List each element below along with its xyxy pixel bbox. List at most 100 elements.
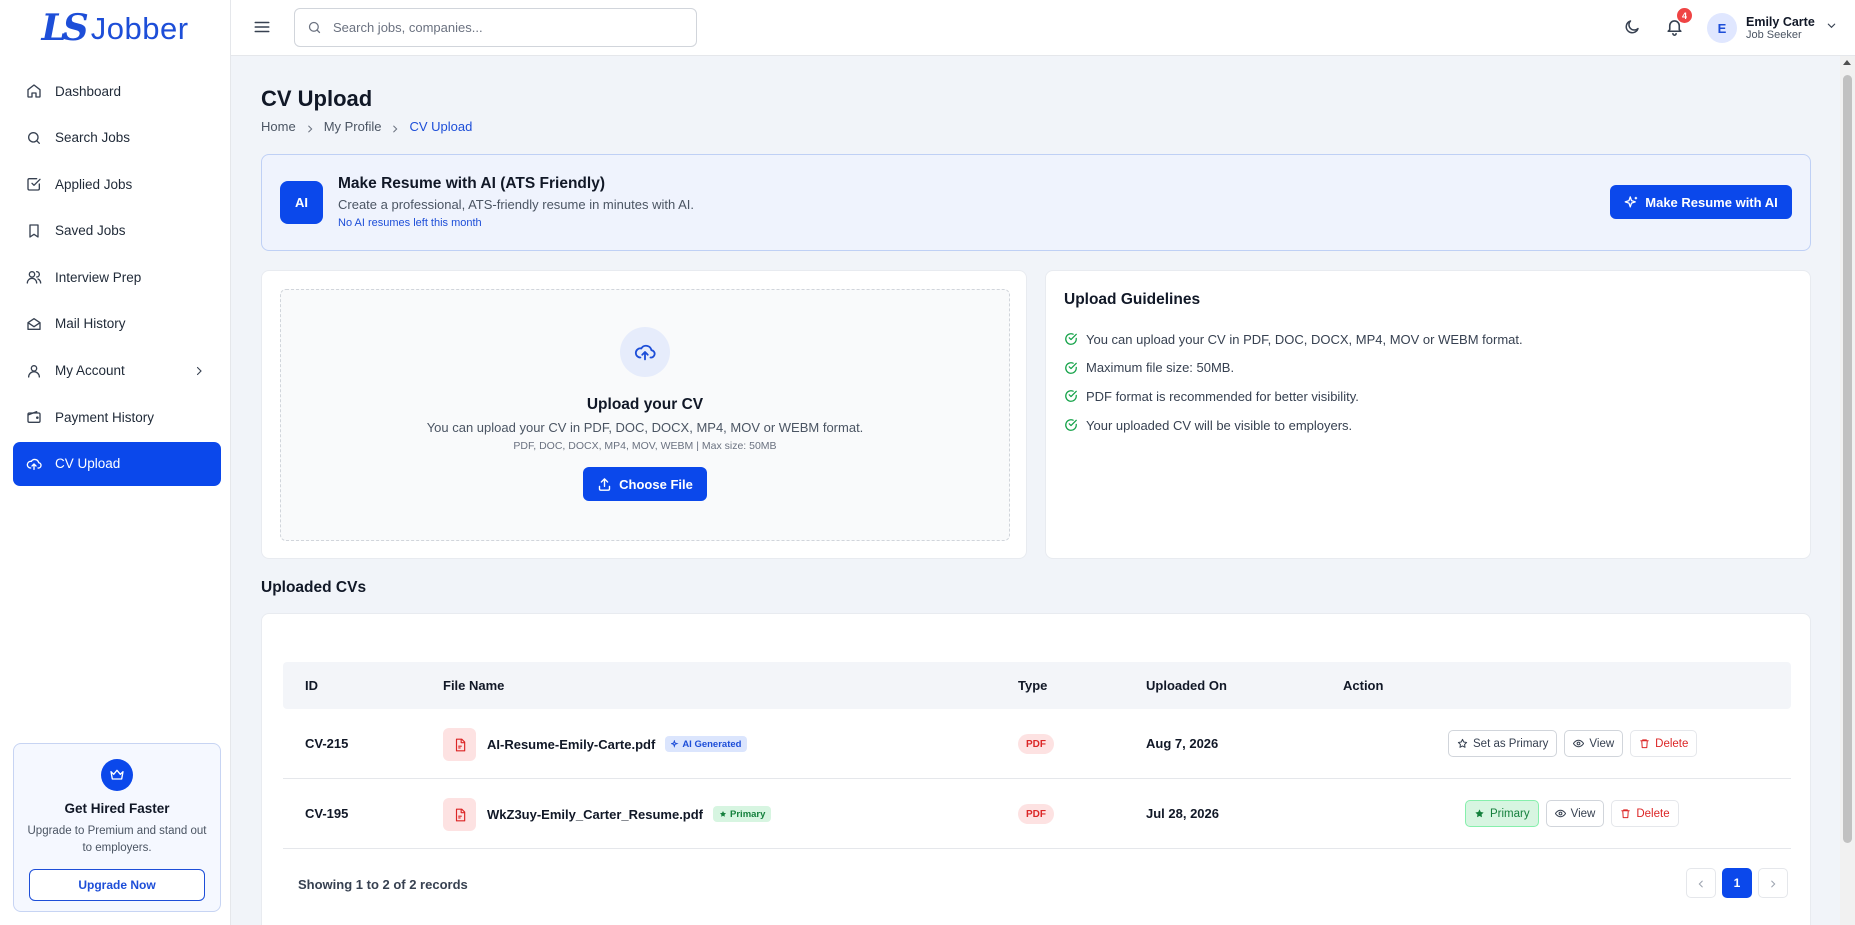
table-header: ID File Name Type Uploaded On Action — [283, 662, 1791, 709]
people-icon — [26, 269, 42, 285]
view-button[interactable]: View — [1564, 730, 1624, 757]
upgrade-promo: Get Hired Faster Upgrade to Premium and … — [13, 743, 221, 912]
user-icon — [26, 363, 42, 379]
button-label: Delete — [1655, 737, 1689, 750]
scroll-up-arrow-icon[interactable] — [1843, 60, 1851, 65]
pdf-file-icon — [443, 728, 476, 761]
sidebar-item-label: Dashboard — [55, 83, 122, 99]
search-icon — [307, 20, 322, 35]
list-item: You can upload your CV in PDF, DOC, DOCX… — [1064, 325, 1523, 354]
file-name-text: AI-Resume-Emily-Carte.pdf — [487, 736, 656, 752]
button-label: Set as Primary — [1473, 737, 1549, 750]
records-summary: Showing 1 to 2 of 2 records — [298, 877, 468, 892]
search-input[interactable] — [333, 20, 673, 35]
set-as-primary-button[interactable]: Set as Primary — [1448, 730, 1558, 757]
sidebar-item-my-account[interactable]: My Account — [13, 349, 221, 393]
upload-guidelines-card: Upload Guidelines You can upload your CV… — [1045, 270, 1811, 559]
ai-resume-banner: AI Make Resume with AI (ATS Friendly) Cr… — [261, 154, 1811, 251]
sidebar-item-search-jobs[interactable]: Search Jobs — [13, 116, 221, 160]
guideline-text: You can upload your CV in PDF, DOC, DOCX… — [1086, 331, 1523, 347]
hamburger-menu-icon[interactable] — [253, 18, 271, 36]
sidebar-item-label: Interview Prep — [55, 269, 142, 285]
button-label: View — [1570, 807, 1596, 820]
breadcrumb-current: CV Upload — [409, 119, 473, 134]
sidebar-item-payment-history[interactable]: Payment History — [13, 395, 221, 439]
bookmark-icon — [26, 223, 42, 239]
row-actions: Set as Primary View Delete — [1448, 730, 1698, 757]
page-button-current[interactable]: 1 — [1722, 868, 1752, 898]
upload-icon — [597, 477, 612, 492]
wallet-icon — [26, 409, 42, 425]
delete-button[interactable]: Delete — [1630, 730, 1698, 757]
sparkles-icon — [670, 739, 679, 748]
cv-dropzone[interactable]: Upload your CV You can upload your CV in… — [280, 289, 1010, 541]
breadcrumb-my-profile[interactable]: My Profile — [324, 119, 382, 134]
make-resume-label: Make Resume with AI — [1645, 194, 1778, 210]
check-circle-icon — [1064, 418, 1078, 432]
sidebar-item-saved-jobs[interactable]: Saved Jobs — [13, 209, 221, 253]
column-header-action: Action — [1343, 678, 1384, 693]
logo[interactable]: LS Jobber — [0, 0, 230, 56]
moon-icon[interactable] — [1623, 18, 1641, 36]
logo-mark: LS — [41, 7, 88, 49]
view-button[interactable]: View — [1545, 800, 1605, 827]
avatar: E — [1707, 13, 1737, 43]
search-box[interactable] — [294, 8, 697, 47]
sidebar-item-mail-history[interactable]: Mail History — [13, 302, 221, 346]
upgrade-now-button[interactable]: Upgrade Now — [29, 869, 205, 901]
checkbox-icon — [26, 176, 42, 192]
guidelines-title: Upload Guidelines — [1064, 291, 1201, 308]
make-resume-with-ai-button[interactable]: Make Resume with AI — [1610, 185, 1792, 219]
upload-title: Upload your CV — [586, 396, 704, 413]
guidelines-list: You can upload your CV in PDF, DOC, DOCX… — [1064, 325, 1523, 439]
promo-text: Upgrade to Premium and stand out to empl… — [27, 825, 207, 854]
sidebar-item-label: Saved Jobs — [55, 223, 126, 239]
chevron-down-icon — [1826, 18, 1837, 29]
uploaded-cvs-title: Uploaded CVs — [261, 579, 367, 596]
ai-quota-warning: No AI resumes left this month — [338, 217, 482, 229]
check-circle-icon — [1064, 389, 1078, 403]
upload-format-hint: PDF, DOC, DOCX, MP4, MOV, WEBM | Max siz… — [513, 440, 777, 452]
column-header-file-name: File Name — [443, 678, 505, 693]
file-type-badge: PDF — [1018, 804, 1054, 824]
sidebar-item-interview-prep[interactable]: Interview Prep — [13, 255, 221, 299]
check-circle-icon — [1064, 361, 1078, 375]
sidebar-nav: Dashboard Search Jobs Applied Jobs Saved… — [13, 69, 221, 488]
sidebar-item-cv-upload[interactable]: CV Upload — [13, 441, 221, 486]
file-name[interactable]: WkZ3uy-Emily_Carter_Resume.pdf Primary — [487, 806, 772, 822]
sidebar-item-applied-jobs[interactable]: Applied Jobs — [13, 162, 221, 206]
list-item: Your uploaded CV will be visible to empl… — [1064, 411, 1523, 440]
delete-button[interactable]: Delete — [1611, 800, 1679, 827]
cloud-upload-icon — [620, 327, 670, 377]
chevron-right-icon — [1768, 878, 1778, 888]
home-icon — [26, 83, 42, 99]
next-page-button[interactable] — [1758, 868, 1788, 898]
prev-page-button[interactable] — [1686, 868, 1716, 898]
chevron-right-icon — [390, 122, 400, 132]
guideline-text: PDF format is recommended for better vis… — [1086, 388, 1359, 404]
sidebar-item-dashboard[interactable]: Dashboard — [13, 69, 221, 113]
choose-file-button[interactable]: Choose File — [583, 467, 707, 501]
scrollbar-thumb[interactable] — [1843, 75, 1852, 843]
ai-banner-title: Make Resume with AI (ATS Friendly) — [338, 175, 605, 192]
user-menu[interactable]: E Emily Carte Job Seeker — [1707, 10, 1847, 46]
guideline-text: Your uploaded CV will be visible to empl… — [1086, 417, 1353, 433]
list-item: Maximum file size: 50MB. — [1064, 354, 1523, 383]
ai-banner-description: Create a professional, ATS-friendly resu… — [338, 197, 694, 212]
user-role: Job Seeker — [1746, 28, 1802, 41]
breadcrumb-home[interactable]: Home — [261, 119, 296, 134]
eye-icon — [1554, 808, 1566, 819]
star-icon — [719, 810, 727, 818]
badge-label: Primary — [730, 808, 766, 820]
breadcrumb: Home My Profile CV Upload — [261, 119, 472, 134]
primary-badge: Primary — [713, 806, 772, 822]
primary-status-button[interactable]: Primary — [1465, 800, 1539, 827]
user-info: Emily Carte Job Seeker — [1746, 15, 1815, 42]
pdf-file-icon — [443, 798, 476, 831]
mail-open-icon — [26, 316, 42, 332]
topbar: 4 E Emily Carte Job Seeker — [231, 0, 1855, 56]
file-name[interactable]: AI-Resume-Emily-Carte.pdf AI Generated — [487, 736, 748, 752]
ai-generated-badge: AI Generated — [665, 736, 748, 752]
chevron-left-icon — [1696, 878, 1706, 888]
upload-date: Jul 28, 2026 — [1146, 806, 1219, 821]
